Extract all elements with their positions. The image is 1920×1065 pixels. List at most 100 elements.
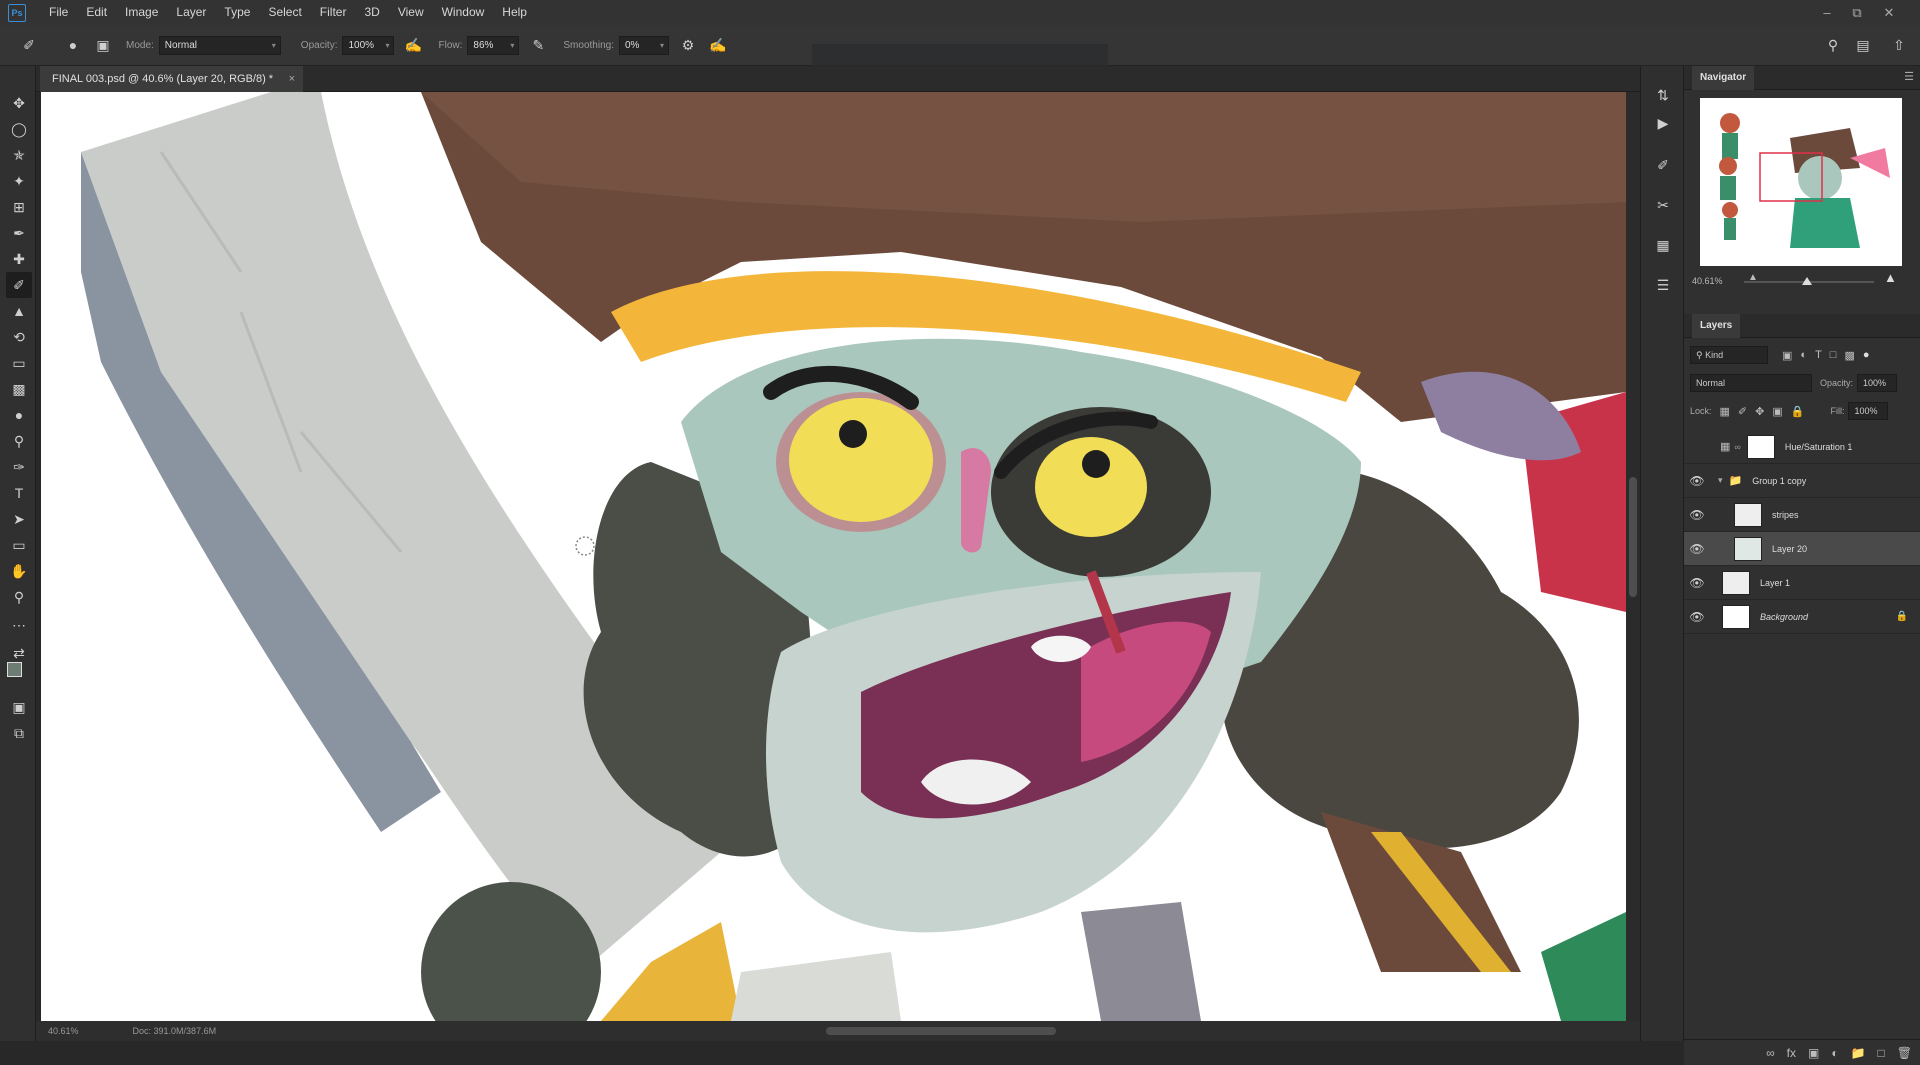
- new-group-icon[interactable]: 📁: [1851, 1046, 1866, 1060]
- eraser-icon[interactable]: ▭: [6, 350, 32, 376]
- workspace-icon[interactable]: ▤: [1852, 34, 1874, 56]
- menu-type[interactable]: Type: [215, 0, 259, 25]
- layer-row[interactable]: 👁 stripes: [1684, 498, 1920, 532]
- chevron-down-icon[interactable]: ▾: [1718, 475, 1723, 486]
- menu-file[interactable]: File: [40, 0, 77, 25]
- menu-layer[interactable]: Layer: [167, 0, 215, 25]
- slider-knob[interactable]: [1802, 277, 1812, 285]
- layer-name[interactable]: stripes: [1772, 510, 1799, 520]
- tool-presets-icon[interactable]: ✂: [1650, 192, 1676, 218]
- share-icon[interactable]: ⇧: [1888, 34, 1910, 56]
- brush-preset-icon[interactable]: ●: [62, 34, 84, 56]
- lock-artboard-icon[interactable]: ▣: [1772, 405, 1782, 418]
- history-brush-icon[interactable]: ⟲: [6, 324, 32, 350]
- restore-icon[interactable]: ⧉: [1842, 0, 1872, 25]
- mode-select[interactable]: Normal ▾: [158, 35, 281, 55]
- navigator-thumbnail[interactable]: [1700, 98, 1902, 266]
- shape-tool-icon[interactable]: ▭: [6, 532, 32, 558]
- layer-thumbnail[interactable]: [1722, 570, 1750, 595]
- flow-field[interactable]: 86% ▾: [467, 35, 520, 55]
- menu-edit[interactable]: Edit: [77, 0, 116, 25]
- menu-window[interactable]: Window: [433, 0, 494, 25]
- layer-row[interactable]: 👁 Layer 1: [1684, 566, 1920, 600]
- brush-tool-icon[interactable]: ✐: [6, 272, 32, 298]
- quick-mask-icon[interactable]: ▣: [6, 694, 32, 720]
- layer-name[interactable]: Hue/Saturation 1: [1785, 442, 1853, 452]
- gradient-icon[interactable]: ▩: [6, 376, 32, 402]
- minimize-icon[interactable]: –: [1812, 0, 1842, 25]
- visibility-icon[interactable]: 👁: [1684, 576, 1710, 590]
- filter-adjustment-icon[interactable]: ◐: [1800, 349, 1807, 361]
- menu-view[interactable]: View: [389, 0, 433, 25]
- brush-settings-icon[interactable]: ✐: [1650, 152, 1676, 178]
- layer-thumbnail[interactable]: [1734, 536, 1762, 561]
- layer-mask-thumbnail[interactable]: [1746, 434, 1775, 459]
- new-adjustment-icon[interactable]: ◐: [1831, 1046, 1838, 1060]
- layer-row[interactable]: ▦ ∞ Hue/Saturation 1: [1684, 430, 1920, 464]
- document-tab[interactable]: FINAL 003.psd @ 40.6% (Layer 20, RGB/8) …: [40, 66, 304, 92]
- navigator-zoom[interactable]: 40.61%: [1692, 276, 1723, 286]
- pressure-size-icon[interactable]: ✍: [707, 34, 729, 56]
- pen-tool-icon[interactable]: ✑: [6, 454, 32, 480]
- adjustments-icon[interactable]: ☰: [1650, 272, 1676, 298]
- menu-select[interactable]: Select: [259, 0, 310, 25]
- horizontal-scrollbar-thumb[interactable]: [826, 1027, 1056, 1035]
- layer-row[interactable]: 👁 Background 🔒: [1684, 600, 1920, 634]
- layer-name[interactable]: Layer 1: [1760, 578, 1790, 588]
- lock-pixels-icon[interactable]: ✐: [1738, 405, 1747, 418]
- lock-transparency-icon[interactable]: ▦: [1720, 405, 1730, 418]
- navigator-zoom-slider[interactable]: [1744, 277, 1874, 285]
- fx-icon[interactable]: fx: [1787, 1046, 1796, 1060]
- actions-play-icon[interactable]: ▶: [1650, 110, 1676, 136]
- menu-filter[interactable]: Filter: [311, 0, 356, 25]
- link-layers-icon[interactable]: ∞: [1766, 1046, 1775, 1060]
- more-tools-icon[interactable]: ⋯: [6, 612, 32, 638]
- panel-menu-icon[interactable]: ☰: [1904, 70, 1914, 83]
- delete-layer-icon[interactable]: 🗑: [1897, 1046, 1912, 1060]
- layer-name[interactable]: Group 1 copy: [1752, 476, 1806, 486]
- pressure-opacity-icon[interactable]: ✍: [402, 34, 424, 56]
- menu-image[interactable]: Image: [116, 0, 167, 25]
- move-tool-icon[interactable]: ✥: [6, 90, 32, 116]
- layer-name[interactable]: Background: [1760, 612, 1808, 622]
- brush-tool-icon[interactable]: ✐: [18, 34, 40, 56]
- filter-pixel-icon[interactable]: ▣: [1782, 349, 1792, 362]
- add-mask-icon[interactable]: ▣: [1808, 1046, 1819, 1060]
- scrollbar-thumb[interactable]: [1629, 477, 1637, 597]
- dodge-icon[interactable]: ⚲: [6, 428, 32, 454]
- foreground-color-swatch[interactable]: [7, 662, 22, 677]
- layer-row[interactable]: 👁 ▾ 📁 Group 1 copy: [1684, 464, 1920, 498]
- airbrush-icon[interactable]: ✎: [527, 34, 549, 56]
- zoom-in-icon[interactable]: ▲: [1884, 270, 1897, 285]
- filter-type-icon[interactable]: T: [1815, 349, 1822, 361]
- filter-toggle-icon[interactable]: ●: [1863, 349, 1870, 361]
- visibility-icon[interactable]: 👁: [1684, 474, 1710, 488]
- marquee-tool-icon[interactable]: ◯: [6, 116, 32, 142]
- magic-wand-icon[interactable]: ✦: [6, 168, 32, 194]
- screen-mode-icon[interactable]: ⧉: [6, 720, 32, 746]
- opacity-field[interactable]: 100% ▾: [342, 35, 395, 55]
- smoothing-field[interactable]: 0% ▾: [618, 35, 669, 55]
- filter-shape-icon[interactable]: □: [1830, 349, 1837, 361]
- close-icon[interactable]: ✕: [1874, 0, 1904, 25]
- visibility-icon[interactable]: 👁: [1684, 542, 1710, 556]
- path-select-icon[interactable]: ➤: [6, 506, 32, 532]
- history-icon[interactable]: ⇅: [1650, 82, 1676, 108]
- clone-stamp-icon[interactable]: ▲: [6, 298, 32, 324]
- brush-settings-icon[interactable]: ▣: [92, 34, 114, 56]
- layer-name[interactable]: Layer 20: [1772, 544, 1807, 554]
- clone-source-icon[interactable]: ▦: [1650, 232, 1676, 258]
- layer-thumbnail[interactable]: [1722, 604, 1750, 629]
- close-tab-icon[interactable]: ×: [289, 66, 295, 92]
- search-icon[interactable]: ⚲: [1822, 34, 1844, 56]
- lasso-tool-icon[interactable]: ✯: [6, 142, 32, 168]
- gear-icon[interactable]: ⚙: [677, 34, 699, 56]
- blur-icon[interactable]: ●: [6, 402, 32, 428]
- vertical-scrollbar[interactable]: [1626, 92, 1640, 1021]
- layer-opacity-field[interactable]: 100%: [1857, 374, 1898, 392]
- filter-kind-select[interactable]: ⚲ Kind: [1690, 346, 1768, 364]
- menu-3d[interactable]: 3D: [355, 0, 388, 25]
- lock-all-icon[interactable]: 🔒: [1791, 405, 1805, 418]
- lock-position-icon[interactable]: ✥: [1755, 405, 1764, 418]
- status-zoom[interactable]: 40.61%: [48, 1026, 79, 1036]
